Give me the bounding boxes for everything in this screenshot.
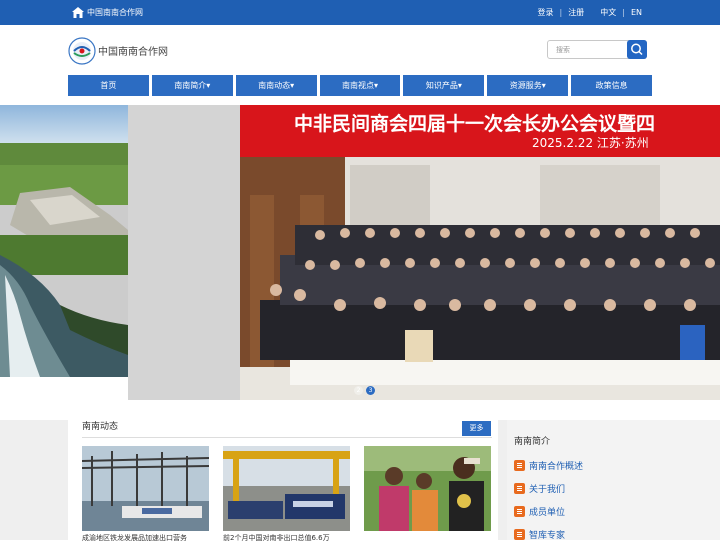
news-thumb-port[interactable]	[82, 446, 209, 531]
register-link[interactable]: 注册	[568, 7, 584, 18]
search-icon	[631, 43, 643, 56]
lang-en-link[interactable]: EN	[631, 7, 642, 18]
news-section-title: 南南动态	[82, 422, 119, 432]
news-more-button[interactable]: 更多	[462, 421, 491, 436]
site-header: 中国南南合作网	[0, 25, 720, 75]
divider	[82, 437, 492, 438]
search-button[interactable]	[627, 40, 647, 59]
carousel-dots: 2 3	[354, 386, 375, 395]
sidebar-item-label: 成员单位	[529, 508, 566, 518]
home-icon[interactable]	[72, 7, 84, 18]
logo-icon[interactable]	[68, 37, 96, 65]
search-input[interactable]	[556, 44, 626, 56]
experts-icon	[514, 529, 525, 540]
sidebar-item-label: 关于我们	[529, 485, 566, 495]
nav-item-news[interactable]: 南南动态▾	[235, 75, 317, 96]
banner-subline: 2025.2.22 江苏·苏州	[532, 136, 649, 150]
news-thumb-people[interactable]	[364, 446, 491, 531]
search-box	[547, 40, 647, 59]
news-caption[interactable]: 成渝地区铁龙发展品加速出口营务	[82, 533, 209, 543]
nav-item-viewpoint[interactable]: 南南视点▾	[319, 75, 401, 96]
banner-gap	[128, 105, 240, 400]
nav-item-home[interactable]: 首页	[68, 75, 149, 96]
dam-river-image[interactable]	[0, 105, 128, 377]
document-icon	[514, 460, 525, 471]
separator: |	[559, 8, 563, 17]
nav-item-policy[interactable]: 政策信息	[571, 75, 653, 96]
document-icon	[514, 483, 525, 494]
nav-item-intro[interactable]: 南南简介▾	[151, 75, 233, 96]
nav-item-resources[interactable]: 资源服务▾	[487, 75, 569, 96]
carousel-dot-active[interactable]: 3	[366, 386, 375, 395]
carousel-dot[interactable]: 2	[354, 386, 363, 395]
top-bar: 中国南南合作网 登录 | 注册 中文 | EN	[0, 0, 720, 25]
login-link[interactable]: 登录	[538, 7, 554, 18]
sidebar-item-members[interactable]: 成员单位	[514, 505, 565, 518]
sidebar-title: 南南简介	[514, 437, 551, 447]
logo-text[interactable]: 中国南南合作网	[98, 43, 168, 58]
sidebar-item-label: 南南合作概述	[529, 462, 584, 472]
news-panel: 南南动态 更多 成渝地区铁龙发展品加速出口营务 前2个月中国对南非出口总值6.6…	[68, 420, 498, 543]
conference-photo[interactable]: 中非民间商会四届十一次会长办公会议暨四 2025.2.22 江苏·苏州	[240, 105, 720, 400]
separator: |	[622, 8, 625, 17]
members-icon	[514, 506, 525, 517]
sidebar-intro: 南南简介 南南合作概述 关于我们 成员单位 智库专家	[507, 420, 720, 541]
banner-spacer	[0, 377, 128, 400]
banner-headline: 中非民间商会四届十一次会长办公会议暨四	[294, 113, 656, 135]
account-links: 登录 | 注册 中文 | EN	[538, 7, 642, 18]
sidebar-item-about[interactable]: 关于我们	[514, 482, 565, 495]
main-nav: 首页 南南简介▾ 南南动态▾ 南南视点▾ 知识产品▾ 资源服务▾ 政策信息	[68, 75, 653, 96]
banner-carousel[interactable]: 中非民间商会四届十一次会长办公会议暨四 2025.2.22 江苏·苏州	[0, 105, 720, 400]
lang-cn-link[interactable]: 中文	[600, 7, 616, 18]
sidebar-item-overview[interactable]: 南南合作概述	[514, 459, 583, 472]
site-name[interactable]: 中国南南合作网	[87, 7, 143, 18]
sidebar-item-experts[interactable]: 智库专家	[514, 528, 565, 541]
news-thumb-train[interactable]	[223, 446, 350, 531]
nav-item-knowledge[interactable]: 知识产品▾	[403, 75, 485, 96]
news-caption[interactable]: 前2个月中国对南非出口总值6.6万	[223, 533, 350, 543]
sidebar-item-label: 智库专家	[529, 531, 566, 541]
